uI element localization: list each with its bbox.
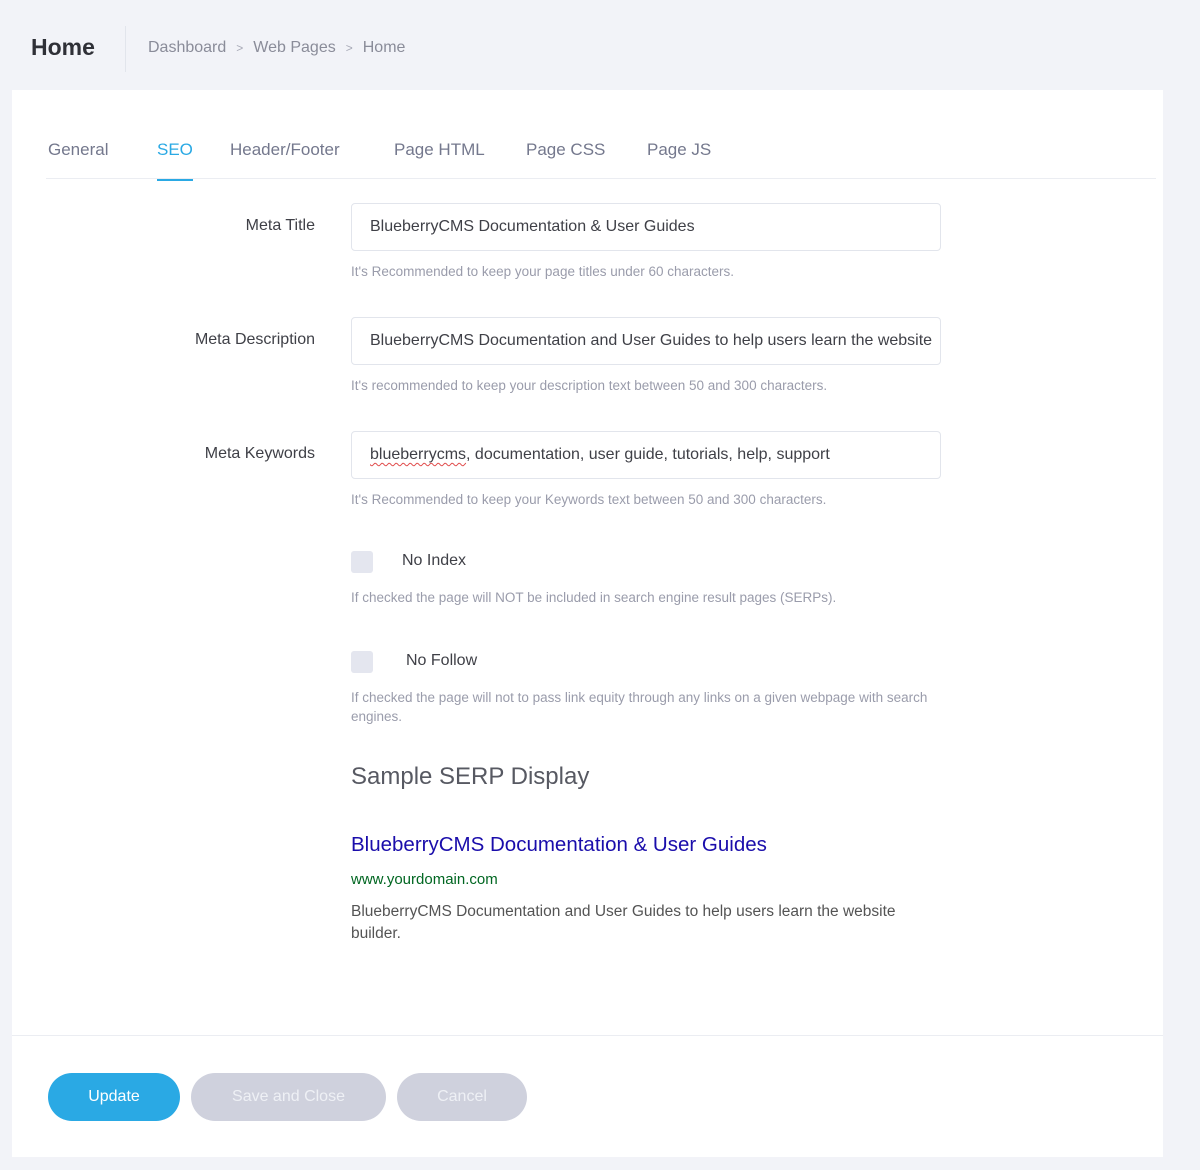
- tab-header-footer[interactable]: Header/Footer: [230, 140, 340, 179]
- tab-page-js[interactable]: Page JS: [647, 140, 711, 179]
- cancel-button[interactable]: Cancel: [397, 1073, 527, 1121]
- title-separator: [125, 26, 126, 72]
- breadcrumb: Dashboard > Web Pages > Home: [148, 39, 405, 57]
- meta-description-input[interactable]: BlueberryCMS Documentation and User Guid…: [351, 317, 941, 365]
- breadcrumb-item-web-pages[interactable]: Web Pages: [253, 39, 335, 57]
- meta-title-input[interactable]: BlueberryCMS Documentation & User Guides: [351, 203, 941, 251]
- breadcrumb-item-dashboard[interactable]: Dashboard: [148, 39, 226, 57]
- serp-url: www.yourdomain.com: [351, 871, 498, 888]
- edit-page-card: General SEO Header/Footer Page HTML Page…: [12, 90, 1163, 1157]
- tab-seo[interactable]: SEO: [157, 140, 193, 181]
- no-follow-help: If checked the page will not to pass lin…: [351, 690, 928, 724]
- serp-description: BlueberryCMS Documentation and User Guid…: [351, 903, 896, 942]
- chevron-right-icon: >: [345, 41, 353, 55]
- chevron-right-icon: >: [236, 41, 244, 55]
- form-footer: Update Save and Close Cancel: [12, 1035, 1163, 1157]
- meta-keywords-input[interactable]: blueberrycms, documentation, user guide,…: [351, 431, 941, 479]
- tab-page-html[interactable]: Page HTML: [394, 140, 485, 179]
- update-button[interactable]: Update: [48, 1073, 180, 1121]
- no-follow-label[interactable]: No Follow: [406, 652, 477, 670]
- meta-keywords-help: It's Recommended to keep your Keywords t…: [351, 492, 827, 507]
- tab-general[interactable]: General: [48, 140, 108, 179]
- meta-keywords-label: Meta Keywords: [204, 445, 315, 462]
- tab-bar: General SEO Header/Footer Page HTML Page…: [46, 90, 1156, 181]
- keywords-text: , documentation, user guide, tutorials, …: [466, 446, 830, 463]
- meta-title-label: Meta Title: [245, 217, 315, 234]
- save-and-close-button[interactable]: Save and Close: [191, 1073, 386, 1121]
- misspelled-word: blueberrycms: [370, 446, 467, 463]
- tab-page-css[interactable]: Page CSS: [526, 140, 605, 179]
- no-index-checkbox[interactable]: [351, 551, 373, 573]
- meta-description-label: Meta Description: [194, 331, 315, 348]
- serp-heading: Sample SERP Display: [351, 763, 590, 790]
- subheader: Home Dashboard > Web Pages > Home: [0, 0, 1200, 90]
- breadcrumb-item-home: Home: [362, 39, 406, 56]
- serp-title: BlueberryCMS Documentation & User Guides: [351, 833, 767, 856]
- no-follow-checkbox[interactable]: [351, 651, 373, 673]
- no-index-label[interactable]: No Index: [402, 552, 466, 570]
- meta-description-help: It's recommended to keep your descriptio…: [351, 378, 828, 393]
- meta-title-help: It's Recommended to keep your page title…: [351, 264, 735, 279]
- no-index-help: If checked the page will NOT be included…: [351, 590, 837, 605]
- page-title: Home: [31, 34, 95, 60]
